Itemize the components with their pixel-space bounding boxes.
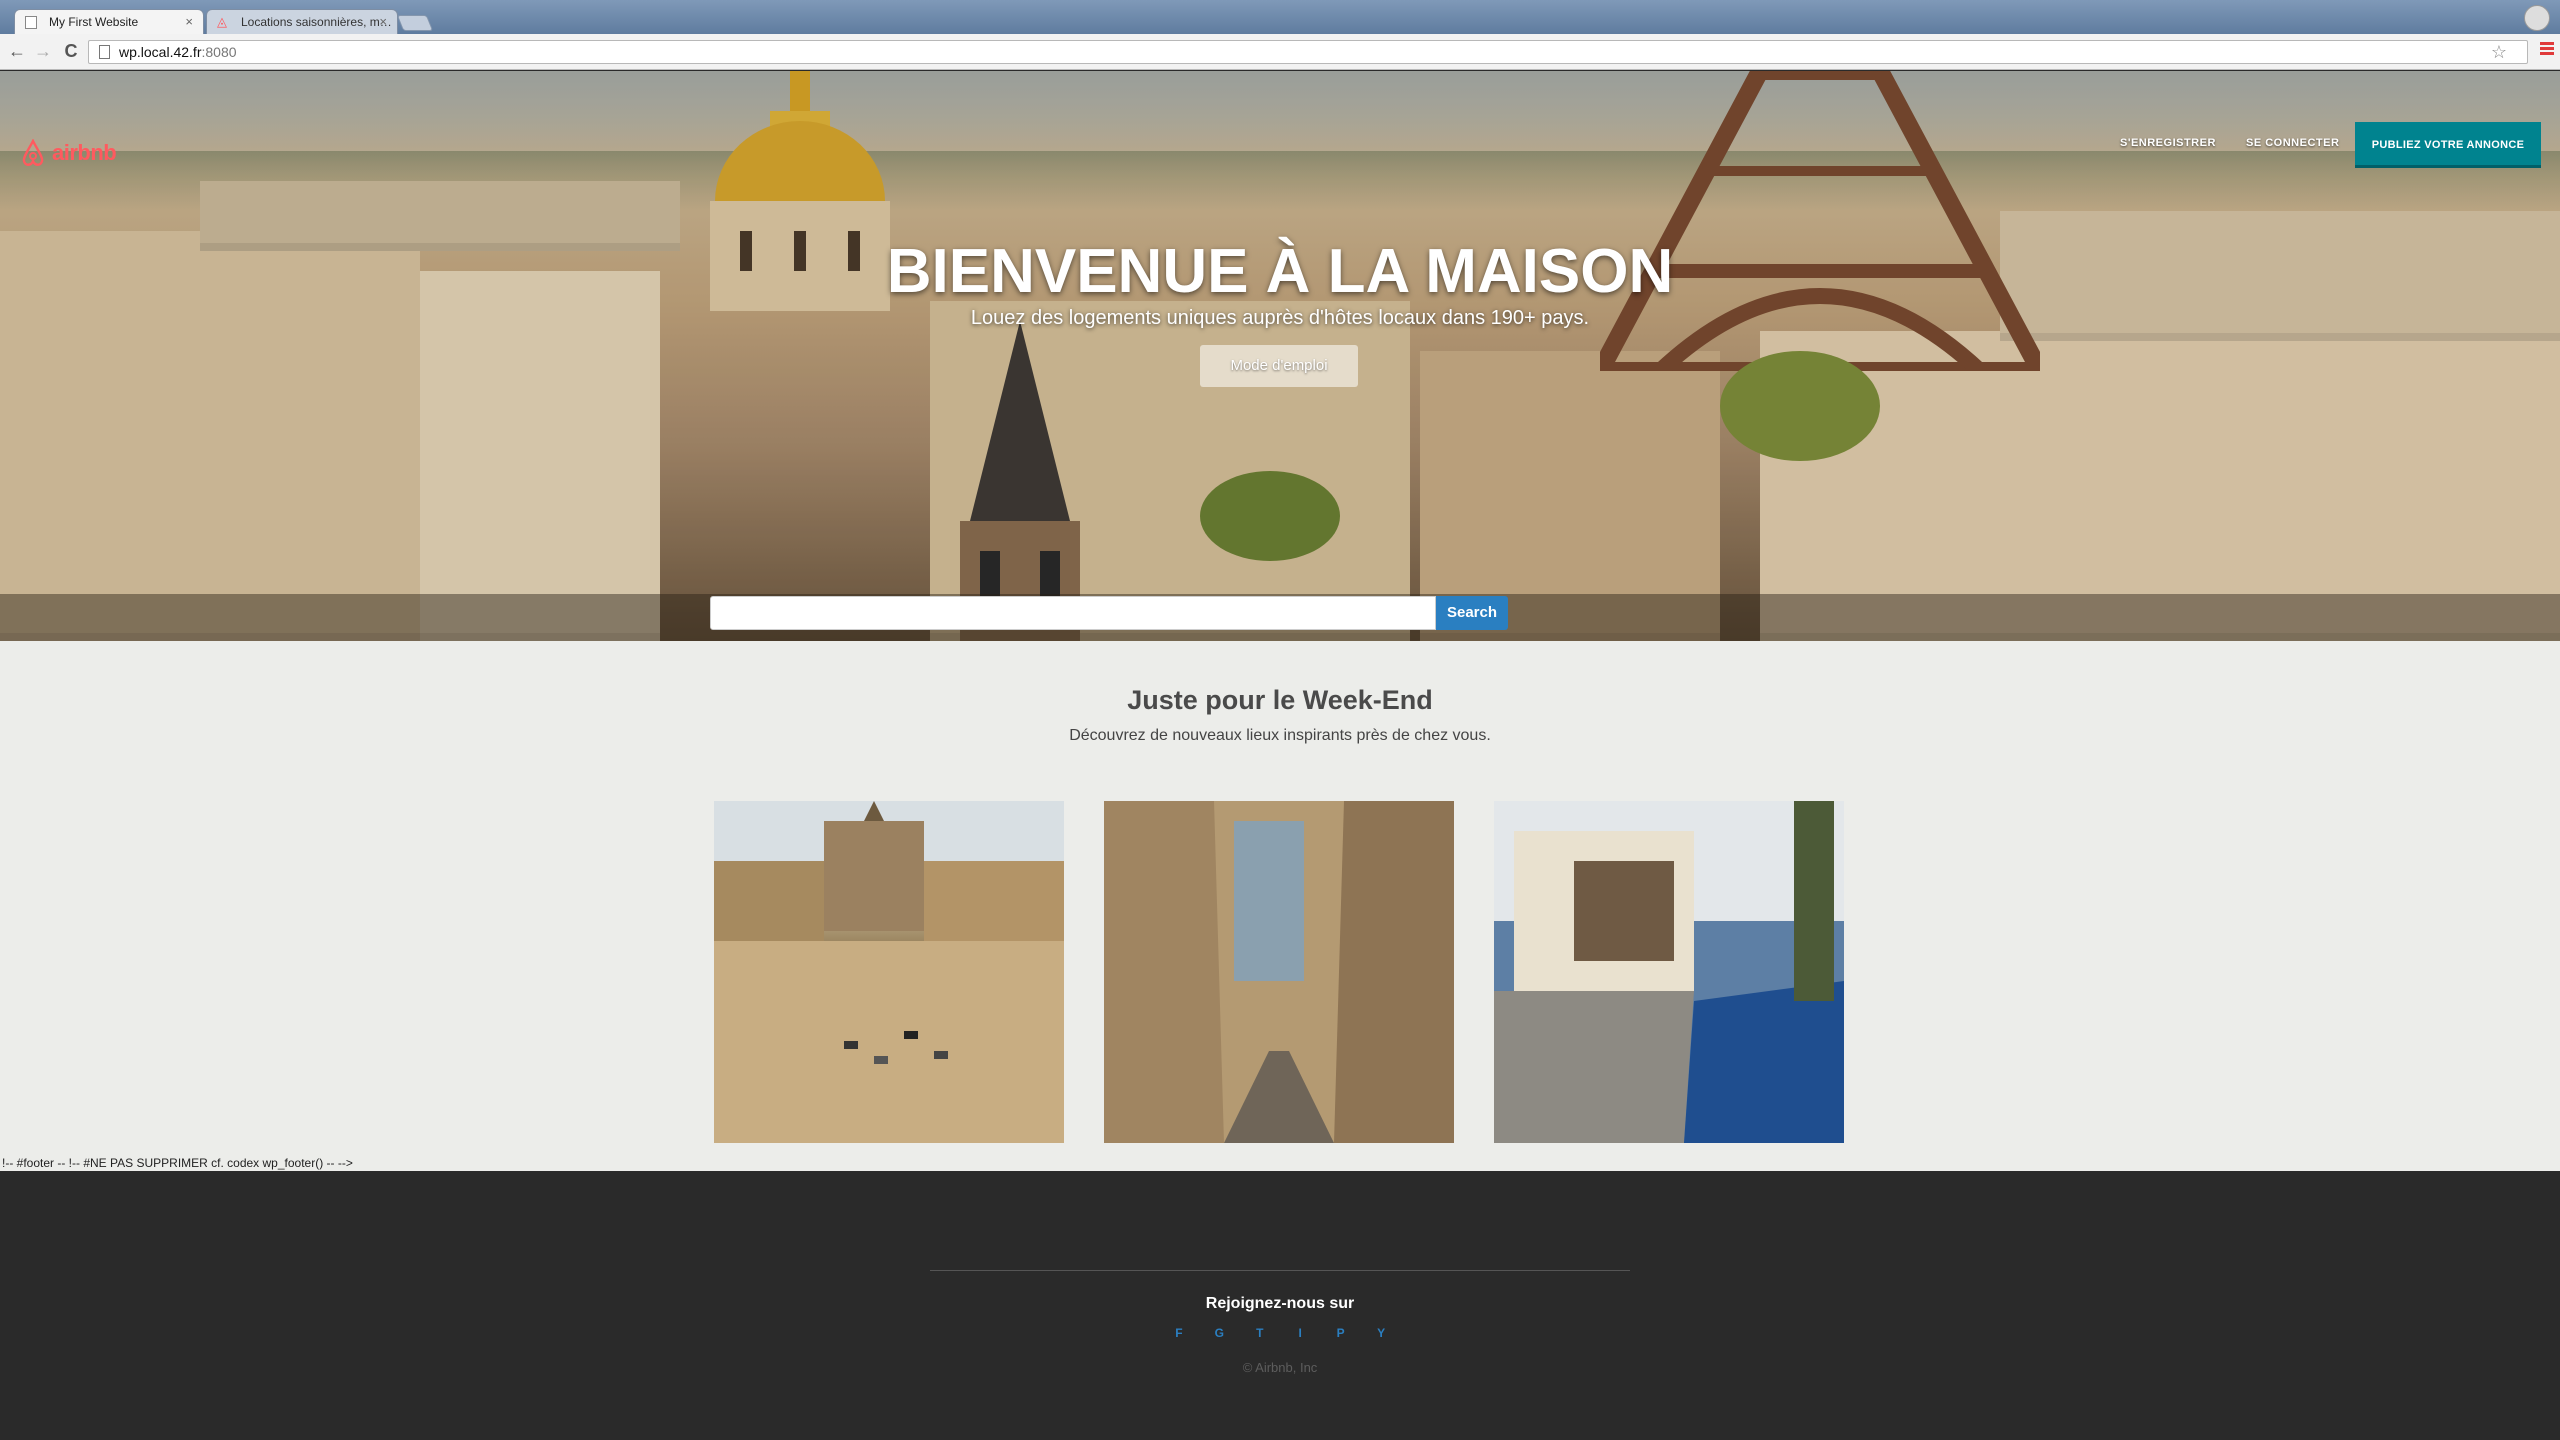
search-button[interactable]: Search — [1436, 596, 1508, 630]
facebook-icon[interactable]: F — [1161, 1326, 1197, 1340]
tab-title: My First Website — [49, 15, 139, 29]
url-port: :8080 — [201, 44, 237, 60]
section-title: Juste pour le Week-End — [1127, 685, 1433, 715]
logo-text: airbnb — [52, 140, 117, 165]
copyright: © Airbnb, Inc — [1242, 1360, 1318, 1375]
hero-section: airbnb S'ENREGISTRER SE CONNECTER PUBLIE… — [0, 71, 2560, 641]
browser-tabstrip: My First Website × ◬ Locations saisonniè… — [0, 0, 2560, 34]
airbnb-favicon-icon: ◬ — [217, 14, 227, 29]
hero-title: BIENVENUE À LA MAISON — [886, 237, 1674, 306]
weekend-section: Juste pour le Week-End Découvrez de nouv… — [0, 641, 2560, 1171]
login-link[interactable]: SE CONNECTER — [2246, 137, 2339, 149]
hero-subtitle: Louez des logements uniques auprès d'hôt… — [970, 307, 1590, 329]
destination-card-london[interactable] — [1104, 801, 1454, 1143]
footer-divider — [930, 1270, 1630, 1271]
footer-title: Rejoignez-nous sur — [1205, 1295, 1355, 1312]
airbnb-logo-icon — [22, 139, 44, 166]
tab-airbnb[interactable]: ◬ Locations saisonnières, m… × — [206, 9, 398, 34]
tab-title: Locations saisonnières, m… — [241, 15, 392, 29]
destination-card-strasbourg[interactable] — [1494, 801, 1844, 1143]
reload-button[interactable]: C — [60, 40, 82, 62]
destination-card-brussels[interactable] — [714, 801, 1064, 1143]
forward-button[interactable]: → — [32, 40, 54, 62]
close-icon[interactable]: × — [185, 10, 193, 34]
section-subtitle: Découvrez de nouveaux lieux inspirants p… — [1069, 727, 1491, 744]
pinterest-icon[interactable]: P — [1323, 1326, 1359, 1340]
twitter-icon[interactable]: T — [1242, 1326, 1278, 1340]
publish-listing-button[interactable]: PUBLIEZ VOTRE ANNONCE — [2355, 122, 2541, 168]
grand-place-photo — [714, 801, 1064, 1143]
new-tab-button[interactable] — [396, 15, 434, 31]
register-link[interactable]: S'ENREGISTRER — [2120, 137, 2216, 149]
address-bar[interactable]: wp.local.42.fr:8080 ☆ — [88, 40, 2528, 64]
bookmark-star-icon[interactable]: ☆ — [2491, 41, 2507, 63]
debug-comment-text: !-- #footer -- !-- #NE PAS SUPPRIMER cf.… — [2, 1156, 353, 1170]
how-it-works-button[interactable]: Mode d'emploi — [1200, 345, 1358, 387]
tab-my-first-website[interactable]: My First Website × — [14, 9, 204, 34]
page-icon — [25, 16, 37, 29]
search-input[interactable] — [710, 596, 1436, 630]
url-host: wp.local.42.fr — [119, 44, 202, 60]
menu-icon[interactable] — [2540, 42, 2554, 56]
browser-toolbar: ← → C wp.local.42.fr:8080 ☆ — [0, 34, 2560, 70]
close-icon[interactable]: × — [379, 10, 387, 34]
city-street-photo — [1104, 801, 1454, 1143]
page-icon — [99, 45, 110, 59]
back-button[interactable]: ← — [6, 40, 28, 62]
youtube-icon[interactable]: Y — [1363, 1326, 1399, 1340]
instagram-icon[interactable]: I — [1282, 1326, 1318, 1340]
footer: Rejoignez-nous sur F G T I P Y © Airbnb,… — [0, 1171, 2560, 1440]
profile-icon[interactable] — [2524, 5, 2550, 31]
canal-photo — [1494, 801, 1844, 1143]
airbnb-logo[interactable]: airbnb — [20, 139, 117, 167]
google-plus-icon[interactable]: G — [1201, 1326, 1237, 1340]
social-links: F G T I P Y — [0, 1324, 2560, 1342]
